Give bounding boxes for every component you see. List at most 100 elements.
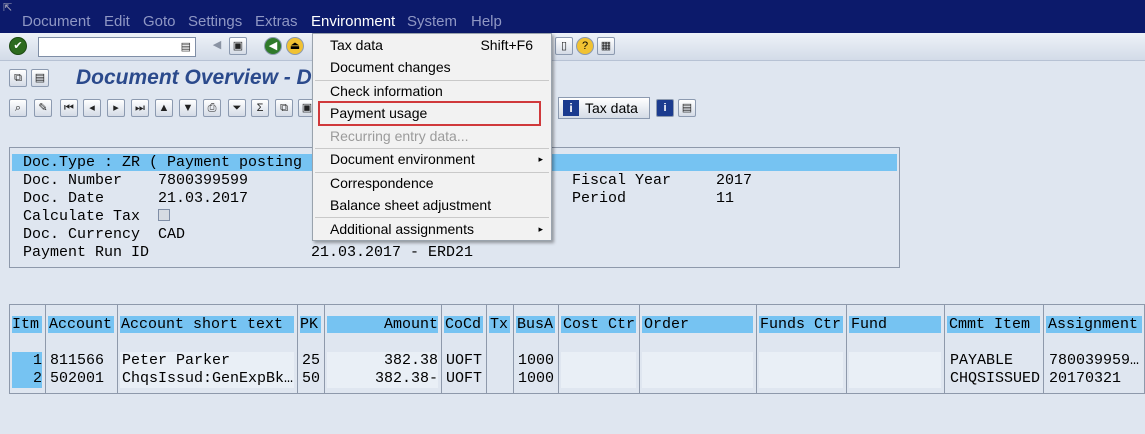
cell-bg: [759, 352, 843, 388]
command-history-icon[interactable]: ▤: [181, 40, 191, 53]
exit-icon[interactable]: ⏏: [286, 37, 304, 55]
column-divider: [117, 304, 118, 394]
table-row-2-assignment[interactable]: 20170321: [1049, 370, 1121, 388]
doc-type-text: Doc.Type : ZR ( Payment posting: [23, 154, 303, 171]
menu-item-additional-assignments[interactable]: Additional assignments: [330, 221, 474, 238]
column-header-funds-ctr[interactable]: Funds Ctr: [759, 316, 843, 333]
period-value: 11: [716, 190, 735, 207]
menu-item-tax-data[interactable]: Tax data: [330, 37, 383, 54]
menu-item-balance-sheet-adjustment[interactable]: Balance sheet adjustment: [330, 197, 491, 214]
menu-item-document-environment[interactable]: Document environment: [330, 151, 475, 168]
enter-check-icon[interactable]: ✔: [9, 37, 27, 55]
first-page-icon[interactable]: ⏮: [60, 99, 78, 117]
column-header-cost-ctr[interactable]: Cost Ctr: [561, 316, 636, 333]
table-row-2-account[interactable]: 502001: [50, 370, 104, 388]
column-header-order[interactable]: Order: [642, 316, 753, 333]
menu-item-check-information[interactable]: Check information: [330, 83, 443, 100]
column-header-busa[interactable]: BusA: [516, 316, 555, 333]
document-icon[interactable]: ▤: [31, 69, 49, 87]
menu-separator: [315, 80, 549, 81]
table-row-1-busa[interactable]: 1000: [518, 352, 554, 370]
table-row-1-assignment[interactable]: 780039959…: [1049, 352, 1139, 370]
save-icon[interactable]: ▣: [229, 37, 247, 55]
cell-bg: [642, 352, 753, 388]
menu-item-correspondence[interactable]: Correspondence: [330, 175, 434, 192]
payment-run-value: 21.03.2017 - ERD21: [311, 244, 474, 261]
table-row-2-pk[interactable]: 50: [302, 370, 320, 388]
table-row-1-account[interactable]: 811566: [50, 352, 104, 370]
layout-icon[interactable]: ▯: [555, 37, 573, 55]
doc-currency-value: CAD: [158, 226, 186, 243]
environment-dropdown-menu: Tax data Shift+F6 Document changes Check…: [312, 33, 552, 241]
menu-item-document-changes[interactable]: Document changes: [330, 59, 451, 76]
doc-date-label: Doc. Date: [23, 190, 105, 207]
column-header-itm[interactable]: Itm: [12, 316, 42, 333]
table-row-2-itm[interactable]: 2: [12, 370, 42, 388]
menu-separator: [315, 148, 549, 149]
menu-extras[interactable]: Extras: [255, 13, 298, 30]
previous-page-icon[interactable]: ◂: [83, 99, 101, 117]
menu-environment[interactable]: Environment: [311, 13, 395, 30]
column-header-account[interactable]: Account: [48, 316, 114, 333]
column-divider: [558, 304, 559, 394]
menu-settings[interactable]: Settings: [188, 13, 242, 30]
table-row-1-text[interactable]: Peter Parker: [122, 352, 230, 370]
menu-document[interactable]: Document: [22, 13, 90, 30]
page-title: Document Overview - D: [76, 66, 312, 89]
tax-data-label: Tax data: [585, 100, 638, 116]
column-header-account-short-text[interactable]: Account short text: [120, 316, 294, 333]
menu-help[interactable]: Help: [471, 13, 502, 30]
document-list-icon[interactable]: ▤: [678, 99, 696, 117]
column-divider: [639, 304, 640, 394]
column-header-pk[interactable]: PK: [300, 316, 321, 333]
table-row-2-cmmt-item[interactable]: CHQSISSUED: [950, 370, 1040, 388]
column-header-cmmt-item[interactable]: Cmmt Item: [947, 316, 1040, 333]
table-row-2-busa[interactable]: 1000: [518, 370, 554, 388]
command-field[interactable]: ▤: [38, 37, 196, 57]
column-divider: [513, 304, 514, 394]
sort-descending-icon[interactable]: ▼: [179, 99, 197, 117]
menu-edit[interactable]: Edit: [104, 13, 130, 30]
last-page-icon[interactable]: ⏭: [131, 99, 149, 117]
column-divider: [45, 304, 46, 394]
calculate-tax-checkbox[interactable]: [158, 209, 170, 221]
help-icon[interactable]: ?: [576, 37, 594, 55]
total-sigma-icon[interactable]: Σ: [251, 99, 269, 117]
doc-currency-label: Doc. Currency: [23, 226, 141, 243]
table-row-2-amount[interactable]: 382.38-: [327, 370, 438, 388]
cell-bg: [561, 352, 636, 388]
menu-system[interactable]: System: [407, 13, 457, 30]
tax-data-button[interactable]: i Tax data: [558, 97, 650, 119]
column-header-cocd[interactable]: CoCd: [444, 316, 483, 333]
subtotal-icon[interactable]: ⧉: [275, 99, 293, 117]
sort-ascending-icon[interactable]: ▲: [155, 99, 173, 117]
info-details-icon[interactable]: i: [656, 99, 674, 117]
menu-goto[interactable]: Goto: [143, 13, 176, 30]
table-row-1-cmmt-item[interactable]: PAYABLE: [950, 352, 1013, 370]
column-divider: [756, 304, 757, 394]
table-row-1-cocd[interactable]: UOFT: [446, 352, 482, 370]
display-icon[interactable]: ⧉: [9, 69, 27, 87]
column-header-tx[interactable]: Tx: [489, 316, 510, 333]
table-row-2-cocd[interactable]: UOFT: [446, 370, 482, 388]
table-row-1-pk[interactable]: 25: [302, 352, 320, 370]
details-icon[interactable]: ⌕: [9, 99, 27, 117]
menu-bar: ⇱ Document Edit Goto Settings Extras Env…: [0, 0, 1145, 33]
table-row-1-amount[interactable]: 382.38: [327, 352, 438, 370]
column-divider: [486, 304, 487, 394]
print-icon[interactable]: ⎙: [203, 99, 221, 117]
next-page-icon[interactable]: ▸: [107, 99, 125, 117]
filter-icon[interactable]: ⏷: [228, 99, 246, 117]
customize-icon[interactable]: ▦: [597, 37, 615, 55]
change-pencil-icon[interactable]: ✎: [34, 99, 52, 117]
column-header-assignment[interactable]: Assignment: [1046, 316, 1142, 333]
column-divider: [944, 304, 945, 394]
column-header-fund[interactable]: Fund: [849, 316, 941, 333]
system-menu-icon[interactable]: ⇱: [3, 2, 17, 14]
column-divider: [297, 304, 298, 394]
column-header-amount[interactable]: Amount: [327, 316, 438, 333]
back-arrow-icon[interactable]: ◀: [208, 37, 226, 55]
back-icon[interactable]: ◀: [264, 37, 282, 55]
table-row-2-text[interactable]: ChqsIssud:GenExpBk…: [122, 370, 293, 388]
table-row-1-itm[interactable]: 1: [12, 352, 42, 370]
